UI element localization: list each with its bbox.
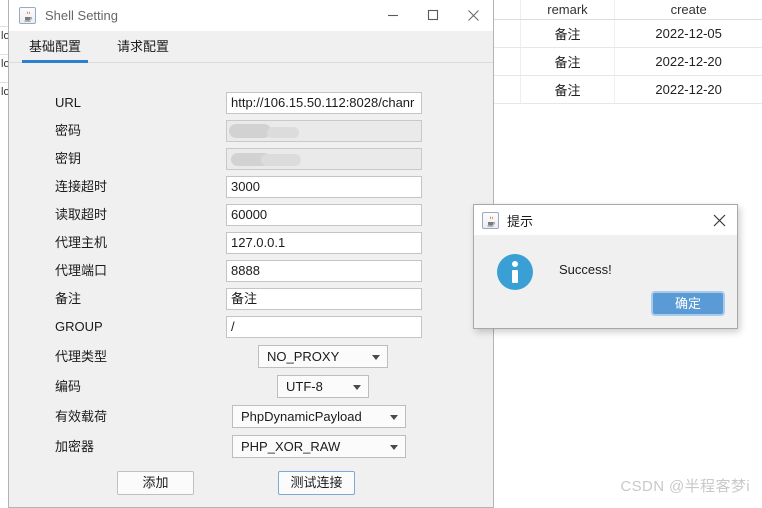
- minimize-icon[interactable]: [373, 0, 413, 31]
- form-row-connect-timeout: 连接超时 3000: [10, 174, 492, 200]
- cell-index: [494, 76, 521, 103]
- cell-index: [494, 20, 521, 47]
- java-coffee-cup-glyph: [487, 215, 496, 226]
- cell-remark: 备注: [521, 20, 616, 47]
- table-row: 备注 2022-12-20: [494, 48, 762, 76]
- background-data-table: remark create 备注 2022-12-05 备注 2022-12-2…: [494, 0, 762, 104]
- shell-window-titlebar[interactable]: Shell Setting: [9, 0, 493, 31]
- java-coffee-cup-icon: [19, 6, 36, 24]
- info-circle-icon: [497, 254, 533, 290]
- form-row-proxy-host: 代理主机 127.0.0.1: [10, 230, 492, 256]
- select-encryptor-value: PHP_XOR_RAW: [241, 439, 341, 454]
- tab-strip: 基础配置 请求配置: [9, 31, 493, 63]
- dialog-titlebar[interactable]: 提示: [474, 205, 737, 235]
- settings-form: URL http://106.15.50.112:8028/chanr 密码 密…: [10, 64, 492, 506]
- label-secret-key: 密钥: [55, 151, 82, 166]
- chevron-down-icon: [372, 355, 380, 360]
- form-row-payload: 有效载荷 PhpDynamicPayload: [10, 404, 492, 430]
- table-header-row: remark create: [494, 0, 762, 20]
- select-proxy-type[interactable]: NO_PROXY: [258, 345, 388, 368]
- label-remark: 备注: [55, 291, 82, 306]
- form-row-remark: 备注 备注: [10, 286, 492, 312]
- form-row-encoding: 编码 UTF-8: [10, 374, 492, 400]
- input-proxy-port[interactable]: 8888: [226, 260, 422, 282]
- select-encoding[interactable]: UTF-8: [277, 375, 369, 398]
- add-button[interactable]: 添加: [117, 471, 194, 495]
- chevron-down-icon: [390, 415, 398, 420]
- form-row-read-timeout: 读取超时 60000: [10, 202, 492, 228]
- cell-create: 2022-12-20: [655, 82, 722, 97]
- column-header-create: create: [670, 2, 707, 17]
- label-encryptor: 加密器: [55, 439, 95, 454]
- input-connect-timeout[interactable]: 3000: [226, 176, 422, 198]
- maximize-icon[interactable]: [413, 0, 453, 31]
- dialog-message: Success!: [559, 262, 612, 277]
- input-read-timeout[interactable]: 60000: [226, 204, 422, 226]
- close-icon[interactable]: [453, 0, 493, 31]
- java-coffee-cup-glyph: [24, 10, 33, 21]
- test-connection-button[interactable]: 测试连接: [278, 471, 355, 495]
- form-row-secret-key: 密钥: [10, 146, 492, 172]
- java-coffee-cup-icon: [482, 211, 499, 229]
- label-url: URL: [55, 95, 82, 110]
- success-dialog: 提示 Success! 确定: [473, 204, 738, 329]
- column-header-remark: remark: [521, 0, 616, 19]
- label-read-timeout: 读取超时: [55, 207, 108, 222]
- tab-basic-config[interactable]: 基础配置: [19, 36, 91, 63]
- select-payload-value: PhpDynamicPayload: [241, 409, 362, 424]
- close-icon[interactable]: [701, 205, 737, 235]
- label-group: GROUP: [55, 319, 103, 334]
- form-row-url: URL http://106.15.50.112:8028/chanr: [10, 90, 492, 116]
- input-remark[interactable]: 备注: [226, 288, 422, 310]
- input-url[interactable]: http://106.15.50.112:8028/chanr: [226, 92, 422, 114]
- form-row-proxy-port: 代理端口 8888: [10, 258, 492, 284]
- form-row-group: GROUP /: [10, 314, 492, 340]
- table-row: 备注 2022-12-05: [494, 20, 762, 48]
- input-group[interactable]: /: [226, 316, 422, 338]
- input-proxy-host[interactable]: 127.0.0.1: [226, 232, 422, 254]
- cell-remark: 备注: [521, 76, 616, 103]
- cell-create: 2022-12-20: [655, 54, 722, 69]
- cell-remark: 备注: [521, 48, 616, 75]
- dialog-title: 提示: [507, 213, 534, 229]
- label-proxy-host: 代理主机: [55, 235, 108, 250]
- select-payload[interactable]: PhpDynamicPayload: [232, 405, 406, 428]
- shell-setting-window: Shell Setting 基础配置 请求配置 URL http://106.1…: [8, 0, 494, 508]
- watermark: CSDN @半程客梦i: [620, 478, 750, 495]
- form-row-password: 密码: [10, 118, 492, 144]
- form-row-encryptor: 加密器 PHP_XOR_RAW: [10, 434, 492, 460]
- column-header-index: [494, 0, 521, 19]
- select-encoding-value: UTF-8: [286, 379, 323, 394]
- table-row: 备注 2022-12-20: [494, 76, 762, 104]
- input-secret-key[interactable]: [226, 148, 422, 170]
- select-proxy-type-value: NO_PROXY: [267, 349, 340, 364]
- label-proxy-port: 代理端口: [55, 263, 108, 278]
- tab-request-config[interactable]: 请求配置: [107, 36, 179, 62]
- chevron-down-icon: [353, 385, 361, 390]
- label-encoding: 编码: [55, 379, 82, 394]
- cell-index: [494, 48, 521, 75]
- input-password[interactable]: [226, 120, 422, 142]
- dialog-confirm-button[interactable]: 确定: [651, 291, 725, 316]
- dialog-body: Success! 确定: [474, 235, 737, 328]
- cell-create: 2022-12-05: [655, 26, 722, 41]
- label-connect-timeout: 连接超时: [55, 179, 108, 194]
- chevron-down-icon: [390, 445, 398, 450]
- form-row-proxy-type: 代理类型 NO_PROXY: [10, 344, 492, 370]
- shell-window-title: Shell Setting: [45, 7, 118, 23]
- label-payload: 有效载荷: [55, 409, 108, 424]
- label-proxy-type: 代理类型: [55, 349, 108, 364]
- label-password: 密码: [55, 123, 82, 138]
- select-encryptor[interactable]: PHP_XOR_RAW: [232, 435, 406, 458]
